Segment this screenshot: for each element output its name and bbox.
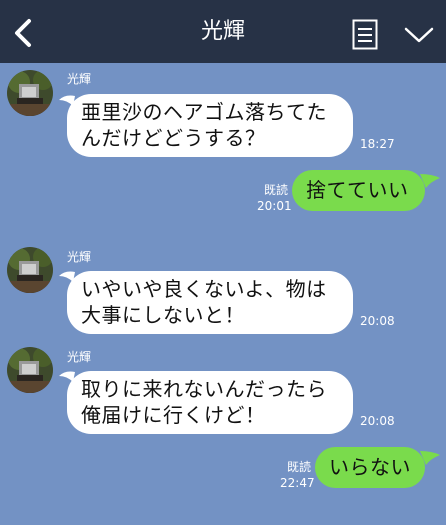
message-line: 取りに来れないんだったら	[81, 377, 327, 401]
read-receipt: 既読	[263, 183, 288, 197]
avatar-image	[7, 70, 53, 116]
bubble-tail	[420, 174, 440, 188]
sender-name: 光輝	[67, 350, 92, 364]
message-line: 大事にしないと！	[81, 303, 245, 327]
message-line: いやいや良くないよ、物は	[81, 277, 327, 301]
message-bubble[interactable]: いらない	[315, 447, 425, 488]
message-bubble[interactable]: 亜里沙のヘアゴム落ちてた んだけどどうする？	[67, 94, 353, 157]
message-bubble[interactable]: いやいや良くないよ、物は 大事にしないと！	[67, 271, 353, 334]
message-bubble[interactable]: 取りに来れないんだったら 俺届けに行くけど！	[67, 371, 353, 434]
message-time: 20:08	[360, 314, 395, 328]
message-bubble[interactable]: 捨てていい	[292, 170, 425, 211]
chevron-left-icon	[15, 19, 31, 47]
read-receipt: 既読	[286, 460, 311, 474]
message-line: 俺届けに行くけど！	[81, 403, 266, 427]
avatar[interactable]	[7, 70, 53, 116]
notes-icon	[352, 19, 378, 50]
chevron-down-icon	[404, 27, 434, 43]
message-line: 捨てていい	[306, 178, 409, 202]
message-time: 20:01	[257, 199, 292, 213]
message-line: んだけどどうする？	[81, 126, 266, 150]
back-button[interactable]	[10, 16, 36, 50]
chat-header: 光輝	[0, 0, 446, 63]
chat-title: 光輝	[200, 19, 245, 44]
message-time: 22:47	[280, 476, 315, 490]
bubble-tail	[420, 451, 440, 465]
sender-name: 光輝	[67, 72, 92, 86]
message-time: 20:08	[360, 414, 395, 428]
avatar[interactable]	[7, 347, 53, 393]
message-time: 18:27	[360, 137, 395, 151]
sender-name: 光輝	[67, 250, 92, 264]
avatar-image	[7, 247, 53, 293]
avatar-image	[7, 347, 53, 393]
notes-button[interactable]	[352, 19, 378, 50]
message-line: いらない	[329, 455, 411, 479]
message-line: 亜里沙のヘアゴム落ちてた	[81, 100, 327, 124]
avatar[interactable]	[7, 247, 53, 293]
menu-button[interactable]	[404, 26, 434, 46]
